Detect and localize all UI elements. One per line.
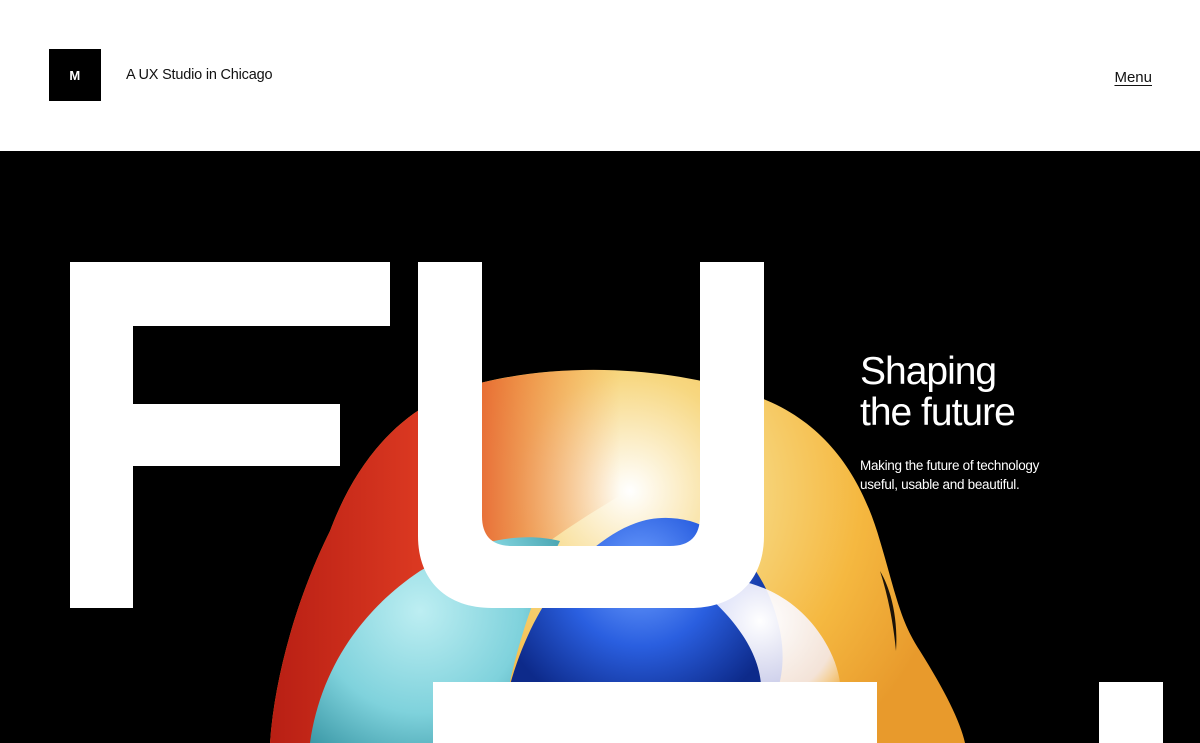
hero-title-line1: Shaping	[860, 350, 997, 393]
big-letter-next-2	[487, 682, 877, 743]
big-letter-next-3	[1099, 682, 1163, 743]
menu-link[interactable]: Menu	[1114, 69, 1152, 86]
big-letter-next-1	[433, 682, 487, 743]
hero-subtitle-line1: Making the future of technology	[860, 458, 1040, 473]
logo-home-link[interactable]: M	[49, 49, 101, 101]
studio-tagline: A UX Studio in Chicago	[126, 67, 273, 83]
hero-subtitle-line2: useful, usable and beautiful.	[860, 477, 1020, 492]
page: M A UX Studio in Chicago Menu Shaping th…	[0, 0, 1200, 743]
hero-title-line2: the future	[860, 391, 1016, 434]
hero-title: Shaping the future	[860, 351, 1100, 433]
hero-artwork	[70, 262, 1163, 743]
hero-subtitle: Making the future of technology useful, …	[860, 456, 1090, 494]
site-header: M A UX Studio in Chicago Menu	[0, 0, 1200, 151]
logo-mark: M	[69, 67, 81, 83]
hero-section: Shaping the future Making the future of …	[0, 151, 1200, 743]
